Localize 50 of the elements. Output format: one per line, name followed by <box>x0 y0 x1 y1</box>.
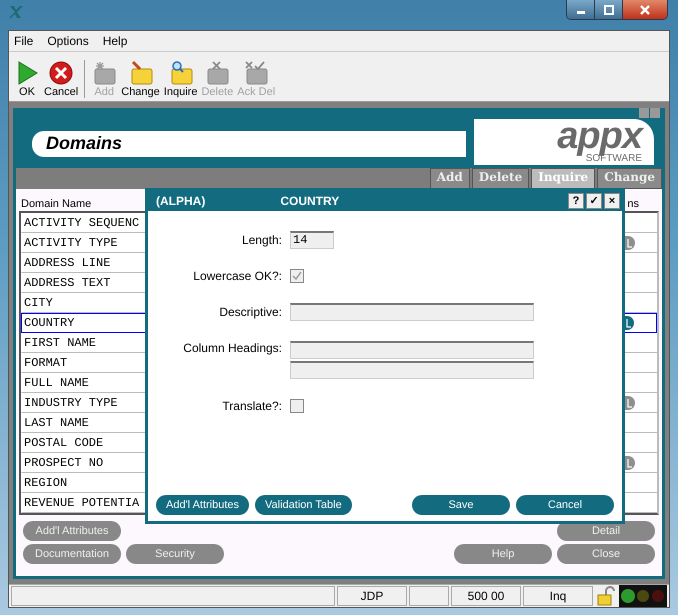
dialog-title: COUNTRY <box>280 194 340 208</box>
column-header: Domain Name <box>21 198 92 210</box>
action-button[interactable]: Security <box>126 544 224 564</box>
status-cell: Inq <box>523 586 593 606</box>
action-button[interactable]: Add'l Attributes <box>23 521 121 541</box>
x-logo-icon <box>8 5 24 19</box>
toolbar-button[interactable]: OK <box>14 60 40 98</box>
field-label: Translate?: <box>221 399 282 413</box>
page-title: Domains <box>46 133 122 154</box>
menu-item[interactable]: Options <box>47 34 89 48</box>
length-field[interactable]: 14 <box>290 231 334 249</box>
cancel-icon <box>48 60 74 86</box>
dialog-type: (ALPHA) <box>156 194 206 208</box>
dialog-button[interactable]: Add'l Attributes <box>156 495 250 515</box>
maximize-button[interactable] <box>595 0 623 19</box>
field-label: Length: <box>240 233 282 247</box>
input-field[interactable] <box>290 341 534 359</box>
checkbox[interactable] <box>290 269 304 283</box>
title-button[interactable]: ✓ <box>586 193 602 209</box>
column-header: ns <box>627 198 639 210</box>
status-cell: JDP <box>337 586 407 606</box>
close-icon <box>639 4 651 14</box>
field-label: Lowercase OK?: <box>192 269 282 283</box>
padlock-icon <box>595 586 617 606</box>
field-label: Column Headings: <box>182 341 282 355</box>
input-field[interactable] <box>290 303 534 321</box>
action-button[interactable]: Help <box>454 544 552 564</box>
field-label: Descriptive: <box>218 305 282 319</box>
minimize-icon <box>576 11 584 14</box>
dialog-button[interactable]: Cancel <box>516 495 614 515</box>
folder-icon <box>243 60 270 86</box>
title-button[interactable]: ? <box>568 193 584 209</box>
traffic-light-icon <box>619 585 667 607</box>
action-button[interactable]: Detail <box>557 521 655 541</box>
toolbar-button[interactable]: Cancel <box>44 60 78 98</box>
menu-item[interactable]: File <box>14 34 34 48</box>
action-button[interactable]: Close <box>557 544 655 564</box>
action-button[interactable]: Documentation <box>23 544 121 564</box>
toolbar-button[interactable]: Change <box>121 60 160 98</box>
maximize-icon <box>602 4 614 14</box>
menu-item[interactable]: Help <box>102 34 128 48</box>
title-button[interactable]: × <box>604 193 620 209</box>
minimize-button[interactable] <box>567 0 595 19</box>
dialog-button[interactable]: Validation Table <box>255 495 352 515</box>
logo-subtitle: SOFTWARE <box>586 153 642 164</box>
toolbar-button[interactable]: Inquire <box>164 60 198 98</box>
checkbox[interactable] <box>290 399 304 413</box>
dialog-button[interactable]: Save <box>412 495 510 515</box>
input-field[interactable] <box>290 361 534 379</box>
status-cell: 500 00 <box>451 586 521 606</box>
